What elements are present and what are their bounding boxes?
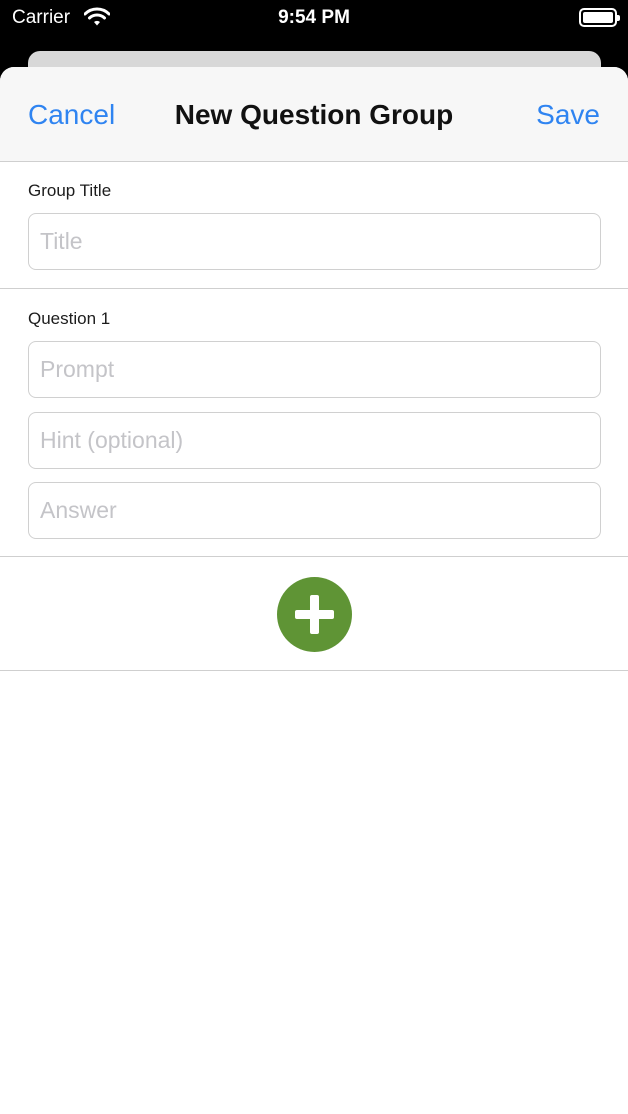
navigation-bar: Cancel New Question Group Save [0,67,628,162]
section-divider [0,556,628,557]
question-label: Question 1 [28,309,111,328]
save-button[interactable]: Save [536,99,600,131]
answer-input[interactable] [28,482,601,539]
status-bar: Carrier 9:54 PM [0,0,628,40]
group-title-label: Group Title [28,181,112,200]
hint-input[interactable] [28,412,601,469]
group-title-input[interactable] [28,213,601,270]
prompt-input[interactable] [28,341,601,398]
add-question-button[interactable] [277,577,352,652]
page-title: New Question Group [174,99,454,130]
new-question-group-sheet: Cancel New Question Group Save Group Tit… [0,67,628,1114]
section-divider [0,670,628,671]
status-time: 9:54 PM [278,7,350,28]
section-divider [0,288,628,289]
battery-icon [579,8,620,27]
